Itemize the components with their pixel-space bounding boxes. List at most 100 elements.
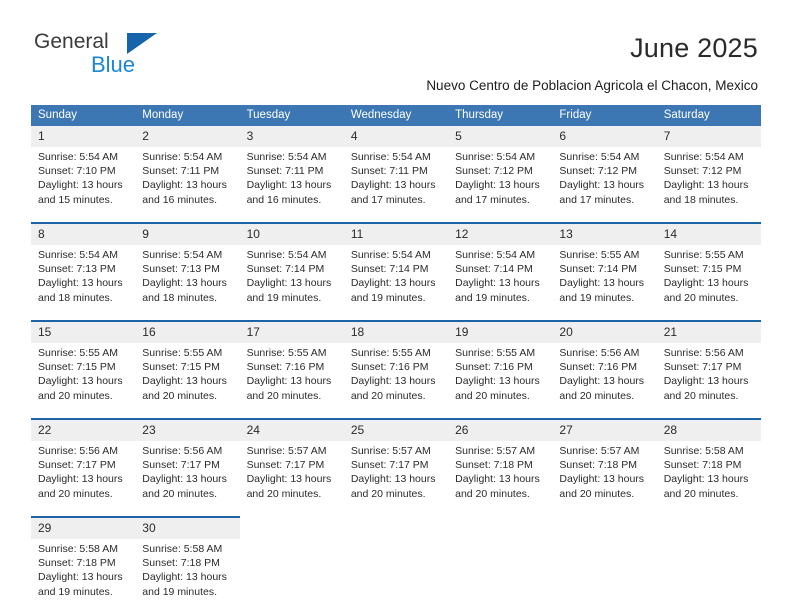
day-detail-empty <box>552 539 657 614</box>
sunset-text: Sunset: 7:17 PM <box>38 459 116 472</box>
day-detail: Sunrise: 5:57 AM Sunset: 7:17 PM Dayligh… <box>239 441 344 517</box>
day-number[interactable]: 9 <box>135 222 240 245</box>
day-number[interactable]: 14 <box>656 222 761 245</box>
day-number[interactable]: 1 <box>31 126 136 147</box>
sunset-text: Sunset: 7:14 PM <box>246 263 325 276</box>
weekday-header-tuesday: Tuesday <box>239 105 344 126</box>
sunset-text: Sunset: 7:14 PM <box>350 263 429 276</box>
day-number[interactable]: 20 <box>552 320 657 343</box>
day-number[interactable]: 19 <box>448 320 553 343</box>
day-detail: Sunrise: 5:57 AM Sunset: 7:18 PM Dayligh… <box>552 441 657 517</box>
daylight-line2: and 20 minutes. <box>38 487 113 500</box>
day-number[interactable]: 16 <box>135 320 240 343</box>
week-row-details: Sunrise: 5:54 AM Sunset: 7:13 PM Dayligh… <box>31 245 761 321</box>
day-number[interactable]: 4 <box>343 126 449 147</box>
weekday-header-monday: Monday <box>135 105 240 126</box>
day-number[interactable]: 12 <box>448 222 553 245</box>
daylight-line2: and 20 minutes. <box>559 389 635 402</box>
sunset-text: Sunset: 7:10 PM <box>38 165 116 178</box>
daylight-line1: Daylight: 13 hours <box>559 179 645 192</box>
daylight-line1: Daylight: 13 hours <box>246 375 332 388</box>
calendar-grid: Sunday Monday Tuesday Wednesday Thursday… <box>31 105 761 614</box>
day-number[interactable]: 26 <box>448 418 553 441</box>
sunrise-text: Sunrise: 5:57 AM <box>559 445 640 457</box>
calendar-page: General Blue June 2025 Nuevo Centro de P… <box>0 0 792 614</box>
daylight-line1: Daylight: 13 hours <box>246 473 332 486</box>
sunrise-text: Sunrise: 5:56 AM <box>38 445 118 457</box>
day-number[interactable]: 30 <box>135 516 240 539</box>
daylight-line1: Daylight: 13 hours <box>38 375 123 388</box>
day-number[interactable]: 18 <box>343 320 449 343</box>
daylight-line1: Daylight: 13 hours <box>350 473 436 486</box>
day-number[interactable]: 23 <box>135 418 240 441</box>
day-detail: Sunrise: 5:57 AM Sunset: 7:18 PM Dayligh… <box>448 441 553 517</box>
day-number[interactable]: 10 <box>239 222 344 245</box>
day-number-empty <box>552 517 657 539</box>
daylight-line2: and 18 minutes. <box>38 291 113 304</box>
sunrise-text: Sunrise: 5:58 AM <box>663 445 744 457</box>
logo-triangle-icon <box>127 33 157 54</box>
sunset-text: Sunset: 7:16 PM <box>246 361 325 374</box>
day-number[interactable]: 8 <box>31 222 136 245</box>
sunrise-text: Sunrise: 5:56 AM <box>559 347 640 359</box>
sunset-text: Sunset: 7:18 PM <box>455 459 533 472</box>
sunrise-text: Sunrise: 5:57 AM <box>455 445 536 457</box>
day-number[interactable]: 29 <box>31 516 136 539</box>
day-number[interactable]: 27 <box>552 418 657 441</box>
daylight-line2: and 20 minutes. <box>246 389 322 402</box>
day-number[interactable]: 15 <box>31 320 136 343</box>
daylight-line2: and 20 minutes. <box>142 487 217 500</box>
day-number[interactable]: 25 <box>343 418 449 441</box>
sunrise-text: Sunrise: 5:54 AM <box>455 249 536 261</box>
day-number[interactable]: 17 <box>239 320 344 343</box>
week-row-details: Sunrise: 5:55 AM Sunset: 7:15 PM Dayligh… <box>31 343 761 419</box>
day-detail: Sunrise: 5:54 AM Sunset: 7:12 PM Dayligh… <box>552 147 657 223</box>
day-number[interactable]: 3 <box>239 126 344 147</box>
sunset-text: Sunset: 7:16 PM <box>559 361 638 374</box>
sunset-text: Sunset: 7:12 PM <box>559 165 638 178</box>
day-number[interactable]: 7 <box>656 126 761 147</box>
sunset-text: Sunset: 7:18 PM <box>559 459 638 472</box>
page-title: June 2025 <box>630 33 758 63</box>
day-detail: Sunrise: 5:54 AM Sunset: 7:11 PM Dayligh… <box>135 147 240 223</box>
daylight-line1: Daylight: 13 hours <box>559 277 645 290</box>
sunset-text: Sunset: 7:11 PM <box>246 165 324 178</box>
daylight-line1: Daylight: 13 hours <box>559 375 645 388</box>
day-detail: Sunrise: 5:58 AM Sunset: 7:18 PM Dayligh… <box>135 539 240 614</box>
day-detail: Sunrise: 5:54 AM Sunset: 7:11 PM Dayligh… <box>239 147 344 223</box>
day-number[interactable]: 6 <box>552 126 657 147</box>
daylight-line2: and 20 minutes. <box>142 389 217 402</box>
daylight-line2: and 19 minutes. <box>246 291 322 304</box>
day-number[interactable]: 13 <box>552 222 657 245</box>
day-detail: Sunrise: 5:56 AM Sunset: 7:17 PM Dayligh… <box>135 441 240 517</box>
day-number-empty <box>656 517 761 539</box>
daylight-line1: Daylight: 13 hours <box>663 375 749 388</box>
daylight-line1: Daylight: 13 hours <box>663 277 749 290</box>
day-number[interactable]: 2 <box>135 126 240 147</box>
day-detail: Sunrise: 5:55 AM Sunset: 7:16 PM Dayligh… <box>343 343 449 419</box>
daylight-line1: Daylight: 13 hours <box>663 179 749 192</box>
general-blue-logo[interactable]: General Blue <box>34 30 234 82</box>
weekday-header-friday: Friday <box>552 105 657 126</box>
weekday-header-saturday: Saturday <box>656 105 761 126</box>
sunset-text: Sunset: 7:16 PM <box>455 361 533 374</box>
day-detail-empty <box>656 539 761 614</box>
day-number[interactable]: 28 <box>656 418 761 441</box>
daylight-line2: and 17 minutes. <box>350 193 426 206</box>
day-detail: Sunrise: 5:54 AM Sunset: 7:14 PM Dayligh… <box>448 245 553 321</box>
daylight-line2: and 20 minutes. <box>663 389 739 402</box>
week-row-daynums: 22 23 24 25 26 27 28 <box>31 418 761 441</box>
sunset-text: Sunset: 7:17 PM <box>350 459 429 472</box>
day-number[interactable]: 22 <box>31 418 136 441</box>
week-row-details: Sunrise: 5:54 AM Sunset: 7:10 PM Dayligh… <box>31 147 761 223</box>
day-number[interactable]: 21 <box>656 320 761 343</box>
sunrise-text: Sunrise: 5:54 AM <box>38 249 118 261</box>
day-detail: Sunrise: 5:54 AM Sunset: 7:10 PM Dayligh… <box>31 147 136 223</box>
day-number[interactable]: 11 <box>343 222 449 245</box>
day-detail: Sunrise: 5:54 AM Sunset: 7:12 PM Dayligh… <box>656 147 761 223</box>
sunset-text: Sunset: 7:17 PM <box>663 361 742 374</box>
day-detail-empty <box>239 539 344 614</box>
day-number[interactable]: 24 <box>239 418 344 441</box>
daylight-line1: Daylight: 13 hours <box>559 473 645 486</box>
day-number[interactable]: 5 <box>448 126 553 147</box>
